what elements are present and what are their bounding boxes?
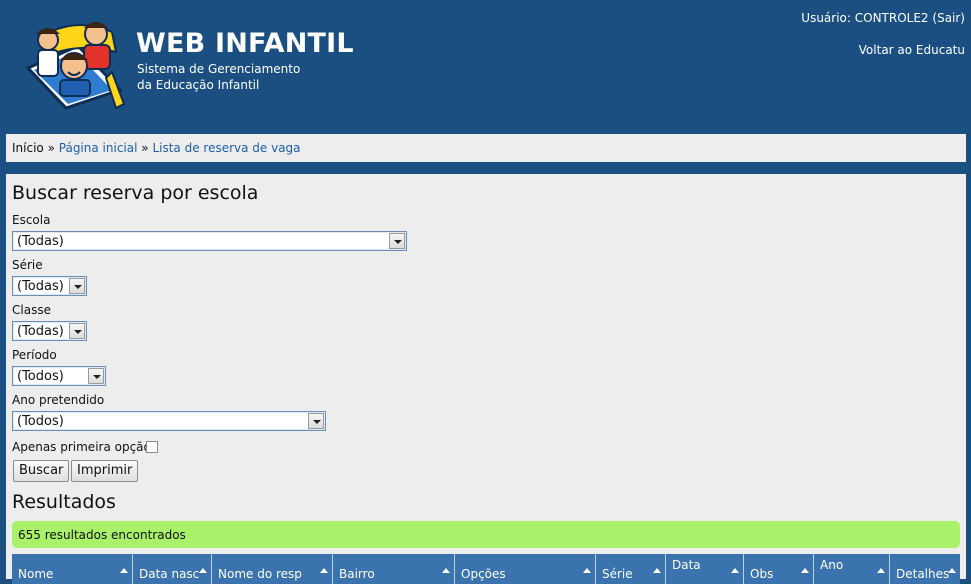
period-select-value: (Todos) bbox=[17, 369, 64, 384]
sort-asc-icon bbox=[877, 568, 885, 573]
children-logo-icon bbox=[25, 22, 126, 110]
period-select[interactable]: (Todos) bbox=[12, 366, 106, 386]
first-option-checkbox[interactable] bbox=[146, 441, 158, 453]
column-header-label: Nome do resp bbox=[218, 567, 302, 581]
sort-asc-icon bbox=[442, 568, 450, 573]
app-subtitle-line1: Sistema de Gerenciamento bbox=[137, 62, 301, 76]
app-title: WEB INFANTIL bbox=[136, 28, 354, 59]
app-subtitle-line2: da Educação Infantil bbox=[137, 78, 260, 92]
breadcrumb-home: Início bbox=[12, 141, 44, 155]
chevron-down-icon bbox=[389, 233, 405, 249]
search-section-title: Buscar reserva por escola bbox=[12, 182, 259, 204]
column-header-options[interactable]: Opções bbox=[455, 554, 596, 584]
column-header-guardian-name[interactable]: Nome do resp bbox=[212, 554, 333, 584]
class-select[interactable]: (Todas) bbox=[12, 321, 87, 341]
print-button[interactable]: Imprimir bbox=[71, 460, 139, 482]
column-header-label: Série bbox=[602, 567, 633, 581]
school-select-value: (Todas) bbox=[17, 234, 64, 249]
back-to-educatu-link[interactable]: Voltar ao Educatu bbox=[859, 43, 965, 57]
column-header-birthdate[interactable]: Data nasc bbox=[133, 554, 212, 584]
breadcrumb: Início » Página inicial » Lista de reser… bbox=[6, 134, 966, 162]
chevron-down-icon bbox=[69, 278, 85, 294]
results-title: Resultados bbox=[12, 491, 116, 513]
column-header-date[interactable]: Data bbox=[666, 554, 744, 584]
breadcrumb-reservation-list-link[interactable]: Lista de reserva de vaga bbox=[152, 141, 300, 155]
sort-asc-icon bbox=[653, 568, 661, 573]
target-year-select[interactable]: (Todos) bbox=[12, 411, 326, 431]
user-label: Usuário: CONTROLE2 bbox=[801, 11, 929, 25]
app-header: WEB INFANTIL Sistema de Gerenciamento da… bbox=[0, 0, 971, 128]
column-header-neighborhood[interactable]: Bairro bbox=[333, 554, 455, 584]
chevron-down-icon bbox=[88, 368, 104, 384]
sort-asc-icon bbox=[801, 568, 809, 573]
column-header-label: Opções bbox=[461, 567, 506, 581]
results-count-badge: 655 resultados encontrados bbox=[12, 521, 960, 548]
column-header-year[interactable]: Ano bbox=[814, 554, 890, 584]
column-header-label: Obs bbox=[750, 567, 774, 581]
column-header-label: Data bbox=[672, 558, 701, 572]
column-header-grade[interactable]: Série bbox=[596, 554, 666, 584]
sort-asc-icon bbox=[320, 568, 328, 573]
grade-label: Série bbox=[12, 258, 43, 272]
results-count-text: 655 resultados encontrados bbox=[18, 528, 186, 542]
sort-asc-icon bbox=[199, 568, 207, 573]
column-header-notes[interactable]: Obs bbox=[744, 554, 814, 584]
logout-link[interactable]: (Sair) bbox=[932, 11, 965, 25]
results-table-header: Nome Data nasc Nome do resp Bairro Opçõe… bbox=[12, 554, 960, 584]
grade-select[interactable]: (Todas) bbox=[12, 276, 87, 296]
target-year-label: Ano pretendido bbox=[12, 393, 105, 407]
column-header-label: Ano bbox=[820, 558, 844, 572]
sort-asc-icon bbox=[731, 568, 739, 573]
first-option-label: Apenas primeira opção? bbox=[12, 440, 158, 454]
period-label: Período bbox=[12, 348, 57, 362]
column-header-label: Data nasc bbox=[139, 567, 200, 581]
user-info: Usuário: CONTROLE2 (Sair) bbox=[801, 11, 965, 25]
column-header-label: Bairro bbox=[339, 567, 375, 581]
breadcrumb-separator: » bbox=[141, 141, 149, 155]
grade-select-value: (Todas) bbox=[17, 279, 64, 294]
column-header-details[interactable]: Detalhes bbox=[890, 554, 960, 584]
sort-asc-icon bbox=[583, 568, 591, 573]
column-header-name[interactable]: Nome bbox=[12, 554, 133, 584]
column-header-label: Detalhes bbox=[896, 567, 950, 581]
column-header-label: Nome bbox=[18, 567, 54, 581]
school-label: Escola bbox=[12, 213, 51, 227]
target-year-select-value: (Todos) bbox=[17, 414, 64, 429]
school-select[interactable]: (Todas) bbox=[12, 231, 407, 251]
class-label: Classe bbox=[12, 303, 51, 317]
breadcrumb-separator: » bbox=[47, 141, 55, 155]
search-button[interactable]: Buscar bbox=[13, 460, 70, 482]
breadcrumb-home-page-link[interactable]: Página inicial bbox=[59, 141, 138, 155]
sort-asc-icon bbox=[948, 568, 956, 573]
chevron-down-icon bbox=[69, 323, 85, 339]
sort-asc-icon bbox=[120, 568, 128, 573]
main-panel: Buscar reserva por escola Escola (Todas)… bbox=[6, 174, 966, 584]
class-select-value: (Todas) bbox=[17, 324, 64, 339]
chevron-down-icon bbox=[308, 413, 324, 429]
